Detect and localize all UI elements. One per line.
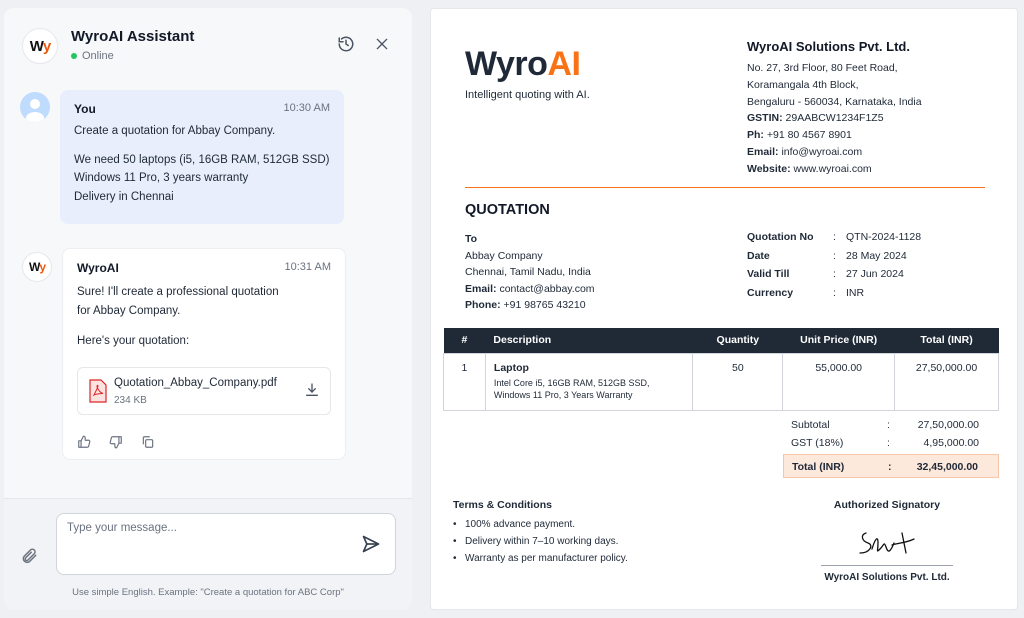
thumbs-up-button[interactable] [77,435,93,451]
company-details: WyroAI Solutions Pvt. Ltd. No. 27, 3rd F… [747,39,1007,178]
assistant-logo: Wy [22,28,58,64]
column-header: Quantity [692,328,783,353]
file-name: Quotation_Abbay_Company.pdf [114,377,277,389]
thumbs-down-icon [109,436,122,449]
send-icon [362,535,380,553]
composer-hint: Use simple English. Example: "Create a q… [72,587,344,598]
thumbs-up-icon [78,435,91,448]
close-icon [376,38,388,50]
file-size: 234 KB [114,395,147,406]
message-line: Here's your quotation: [77,335,190,347]
signature-line [821,565,953,566]
client-location: Chennai, Tamil Nadu, India [465,266,591,278]
message-line: Create a quotation for Abbay Company. [74,125,276,137]
column-header: # [443,328,486,353]
signature-icon [859,532,915,554]
message-line: for Abbay Company. [77,304,181,317]
bot-message: WyroAI 10:31 AM Sure! I'll create a prof… [62,248,346,460]
bot-avatar: Wy [22,252,52,282]
terms-item: 100% advance payment. [453,519,628,530]
signatory-title: Authorized Signatory [833,499,941,511]
signatory-name: WyroAI Solutions Pvt. Ltd. [824,572,950,583]
close-button[interactable] [372,34,392,54]
signatory-block: Authorized Signatory WyroAI Solutions Pv… [807,499,967,583]
terms-and-conditions: Terms & Conditions 100% advance payment.… [453,499,628,570]
bot-message-time: 10:31 AM [284,261,331,273]
company-website: Website: www.wyroai.com [747,162,872,175]
online-status: Online [71,50,114,62]
user-icon [26,99,44,122]
items-table: # Description Quantity Unit Price (INR) … [443,328,999,411]
row-total: 27,50,000.00 [894,352,999,411]
user-message: You 10:30 AM Create a quotation for Abba… [60,90,344,224]
row-number: 1 [443,352,486,411]
message-line: Delivery in Chennai [74,190,174,203]
download-button[interactable] [304,382,320,403]
pdf-file-icon [89,379,107,403]
user-message-time: 10:30 AM [283,102,330,114]
online-dot-icon [71,53,77,59]
message-input[interactable] [67,522,347,566]
bill-to: To Abbay Company Chennai, Tamil Nadu, In… [465,231,595,314]
table-header-row: # Description Quantity Unit Price (INR) … [443,328,999,353]
to-label: To [465,233,478,245]
pdf-attachment[interactable]: Quotation_Abbay_Company.pdf 234 KB [77,367,331,415]
download-icon [306,383,318,396]
attach-button[interactable] [20,547,40,567]
user-avatar [20,92,50,122]
history-icon [338,36,354,52]
column-header: Total (INR) [894,328,999,353]
address-line: Bengaluru - 560034, Karnataka, India [747,95,922,108]
composer: Use simple English. Example: "Create a q… [4,498,412,610]
chat-panel: Wy WyroAI Assistant Online You 10:30 AM … [4,8,412,610]
quotation-document: WyroAI Intelligent quoting with AI. Wyro… [430,8,1018,610]
message-line: Windows 11 Pro, 3 years warranty [74,172,249,184]
company-email: Email: info@wyroai.com [747,145,863,158]
company-gstin: GSTIN: 29AABCW1234F1Z5 [747,112,884,125]
message-input-box [56,513,396,575]
chat-title: WyroAI Assistant [71,28,195,45]
copy-icon [142,436,154,448]
totals-block: Subtotal:27,50,000.00 GST (18%):4,95,000… [783,416,999,478]
address-line: No. 27, 3rd Floor, 80 Feet Road, [747,62,898,74]
column-header: Description [485,328,693,353]
company-name: WyroAI Solutions Pvt. Ltd. [747,39,910,54]
send-button[interactable] [361,534,383,556]
header-divider [465,187,985,188]
brand-tagline: Intelligent quoting with AI. [465,89,590,101]
column-header: Unit Price (INR) [782,328,895,353]
client-email: Email: contact@abbay.com [465,282,595,295]
terms-title: Terms & Conditions [453,499,552,511]
grand-total-row: Total (INR):32,45,000.00 [783,454,999,478]
gst-row: GST (18%):4,95,000.00 [791,437,979,449]
company-phone: Ph: +91 80 4567 8901 [747,129,852,142]
copy-button[interactable] [141,435,157,451]
terms-item: Delivery within 7–10 working days. [453,536,628,547]
client-phone: Phone: +91 98765 43210 [465,299,586,311]
row-unit-price: 55,000.00 [782,352,896,411]
chat-header: Wy WyroAI Assistant Online [4,8,412,80]
row-description: Laptop Intel Core i5, 16GB RAM, 512GB SS… [484,352,694,411]
address-line: Koramangala 4th Block, [747,78,859,91]
thumbs-down-button[interactable] [109,435,125,451]
message-line: Sure! I'll create a professional quotati… [77,286,279,298]
brand-logo: WyroAI [465,45,581,83]
client-name: Abbay Company [465,249,543,262]
history-button[interactable] [336,34,356,54]
subtotal-row: Subtotal:27,50,000.00 [791,419,979,431]
table-row: 1 Laptop Intel Core i5, 16GB RAM, 512GB … [443,352,999,411]
paperclip-icon [22,548,37,564]
document-title: QUOTATION [465,202,550,218]
row-quantity: 50 [692,352,784,411]
message-line: We need 50 laptops (i5, 16GB RAM, 512GB … [74,153,330,166]
terms-item: Warranty as per manufacturer policy. [453,553,628,564]
